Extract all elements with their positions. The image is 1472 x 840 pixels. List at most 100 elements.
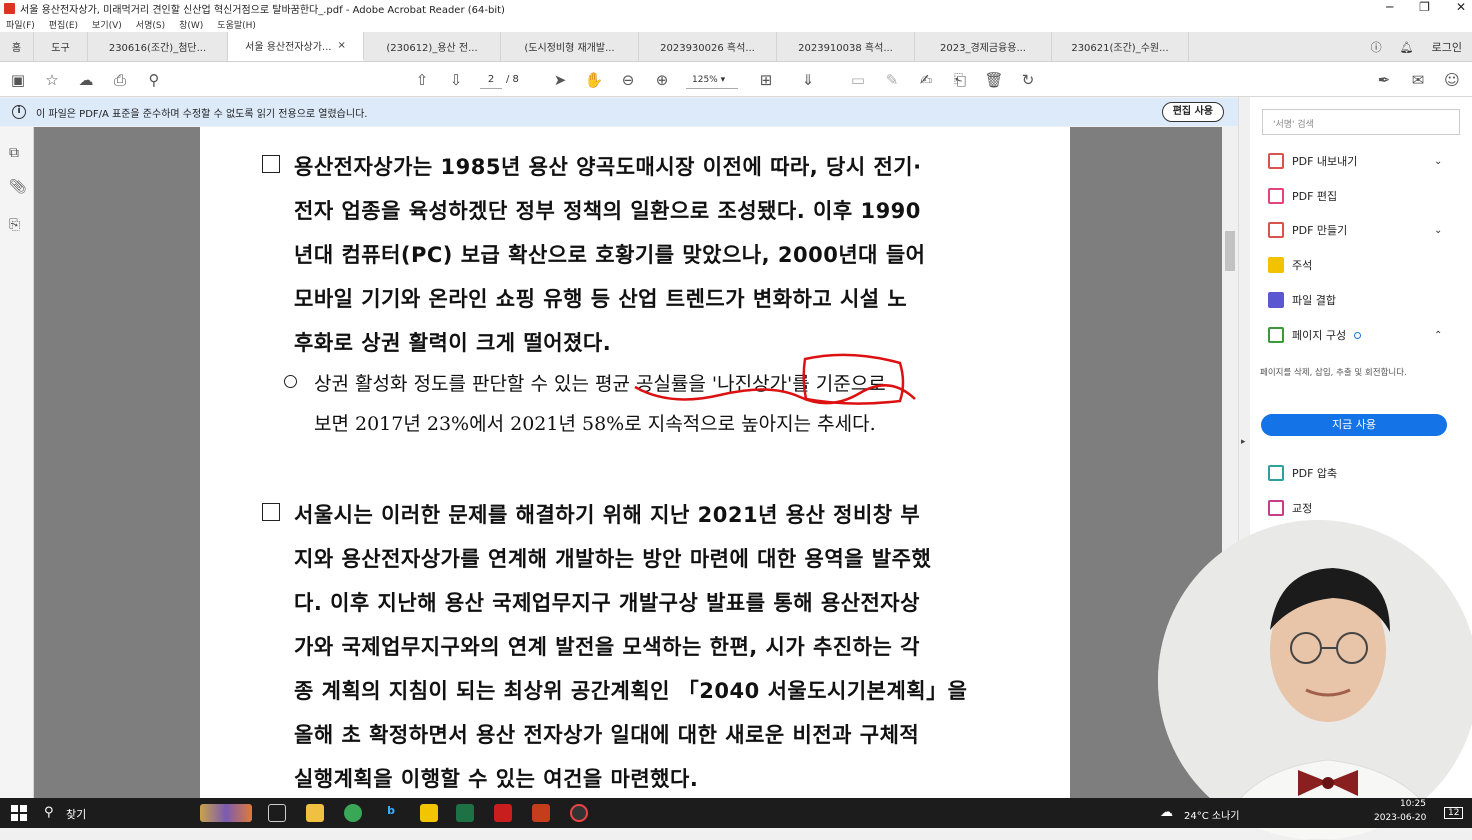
tool-export-pdf[interactable]: PDF 내보내기 ⌄: [1268, 153, 1442, 169]
help-icon[interactable]: ⓘ: [1371, 39, 1382, 55]
stamp-icon[interactable]: ⎗: [950, 70, 970, 90]
save-icon[interactable]: ▣: [8, 70, 28, 90]
taskbar-search-label[interactable]: 찾기: [66, 806, 86, 822]
tool-label: 교정: [1292, 502, 1313, 515]
menu-file[interactable]: 파일(F): [6, 18, 35, 31]
tab-document[interactable]: 2023_경제금융용...: [915, 32, 1052, 61]
tool-create-pdf[interactable]: PDF 만들기 ⌄: [1268, 222, 1442, 238]
page-thumbnails-icon[interactable]: ⧉: [9, 145, 25, 161]
tab-document-active[interactable]: 서울 용산전자상가... ×: [228, 32, 364, 61]
mail-icon[interactable]: ✉: [1408, 70, 1428, 90]
tool-proofread[interactable]: 교정: [1268, 500, 1312, 516]
zoom-out-icon[interactable]: ⊖: [618, 70, 638, 90]
tool-edit-pdf[interactable]: PDF 편집: [1268, 188, 1337, 204]
chevron-down-icon[interactable]: ⌄: [1434, 225, 1442, 236]
close-window-button[interactable]: ✕: [1456, 0, 1466, 14]
menu-help[interactable]: 도움말(H): [217, 18, 256, 31]
maximize-button[interactable]: ❐: [1419, 0, 1430, 14]
weather-cloud-icon[interactable]: ☁: [1160, 805, 1173, 820]
tab-document[interactable]: 2023930026 흑석...: [639, 32, 777, 61]
tool-comment[interactable]: 주석: [1268, 257, 1312, 273]
webcam-presenter-overlay: [1158, 520, 1472, 840]
layers-icon[interactable]: ⎘: [9, 217, 25, 233]
obs-record-icon[interactable]: [570, 804, 588, 822]
page-number-input[interactable]: 2: [480, 71, 502, 89]
print-icon[interactable]: ⎙: [110, 70, 130, 90]
minimize-button[interactable]: ─: [1386, 0, 1393, 14]
tab-tools[interactable]: 도구: [34, 32, 88, 61]
document-viewer[interactable]: 용산전자상가는 1985년 용산 양곡도매시장 이전에 따라, 당시 전기· 전…: [34, 127, 1222, 798]
zoom-level-select[interactable]: 125% ▾: [686, 71, 738, 89]
para2-line: 종 계획의 지침이 되는 최상위 공간계획인 「2040 서울도시기본계획」을: [294, 679, 968, 703]
share-user-icon[interactable]: ☺: [1442, 70, 1462, 90]
tab-document-label: 230621(조간)_수원...: [1071, 43, 1169, 54]
bell-icon[interactable]: 🔔︎: [1400, 41, 1414, 54]
bing-icon[interactable]: b: [382, 804, 400, 822]
collapse-right-icon[interactable]: ▸: [1241, 437, 1246, 447]
chevron-up-icon[interactable]: ⌃: [1434, 330, 1442, 341]
comment-icon[interactable]: ▭: [848, 70, 868, 90]
tab-close-icon[interactable]: ×: [337, 40, 345, 51]
powerpoint-icon[interactable]: [532, 804, 550, 822]
menu-sign[interactable]: 서명(S): [136, 18, 165, 31]
draw-sign-icon[interactable]: ✍: [916, 70, 936, 90]
tab-document[interactable]: (230612)_용산 전...: [364, 32, 501, 61]
menu-view[interactable]: 보기(V): [92, 18, 122, 31]
login-button[interactable]: 로그인: [1432, 39, 1462, 55]
highlight-pen-icon[interactable]: ✎: [882, 70, 902, 90]
tab-document[interactable]: 230616(조간)_첨단...: [88, 32, 228, 61]
clock-time[interactable]: 10:25: [1400, 799, 1426, 809]
enable-edit-button[interactable]: 편집 사용: [1161, 102, 1224, 122]
notification-center-icon[interactable]: 12: [1444, 807, 1464, 819]
use-now-button[interactable]: 지금 사용: [1261, 414, 1447, 436]
chrome-icon[interactable]: [344, 804, 362, 822]
rotate-icon[interactable]: ↻: [1018, 70, 1038, 90]
windows-start-icon[interactable]: [10, 804, 28, 822]
acrobat-taskbar-icon[interactable]: [494, 804, 512, 822]
tab-document[interactable]: 230621(조간)_수원...: [1052, 32, 1189, 61]
tool-label: 파일 결합: [1292, 294, 1336, 307]
attachment-clip-icon[interactable]: 📎︎: [9, 179, 27, 195]
organize-pages-icon: [1268, 327, 1284, 343]
tool-organize-pages[interactable]: 페이지 구성 ⌃: [1268, 327, 1442, 343]
scroll-mode-icon[interactable]: ⇓: [798, 70, 818, 90]
para2-line: 다. 이후 지난해 용산 국제업무지구 개발구상 발표를 통해 용산전자상: [294, 591, 920, 615]
upload-cloud-icon[interactable]: ☁: [76, 70, 96, 90]
tab-tools-label: 도구: [51, 43, 70, 54]
excel-icon[interactable]: [456, 804, 474, 822]
info-message: 이 파일은 PDF/A 표준을 준수하며 수정할 수 없도록 읽기 전용으로 열…: [36, 108, 368, 120]
tab-document[interactable]: (도시정비형 재개발...: [501, 32, 639, 61]
tool-combine-files[interactable]: 파일 결합: [1268, 292, 1336, 308]
hand-tool-icon[interactable]: ✋: [584, 70, 604, 90]
menu-window[interactable]: 창(W): [179, 18, 203, 31]
chevron-down-icon: ▾: [720, 75, 726, 85]
tab-document-label: 230616(조간)_첨단...: [108, 43, 207, 54]
file-explorer-icon[interactable]: [306, 804, 324, 822]
page-fit-icon[interactable]: ⊞: [756, 70, 776, 90]
task-view-icon[interactable]: [268, 804, 286, 822]
find-search-icon[interactable]: ⚲: [144, 70, 164, 90]
tab-document[interactable]: 2023910038 흑석...: [777, 32, 915, 61]
next-page-icon[interactable]: ⇩: [446, 70, 466, 90]
sticky-notes-icon[interactable]: [420, 804, 438, 822]
menu-edit[interactable]: 편집(E): [49, 18, 78, 31]
organize-pages-description: 페이지를 삭제, 삽입, 추출 및 회전합니다.: [1260, 368, 1407, 378]
bookmark-star-icon[interactable]: ☆: [42, 70, 62, 90]
weather-text[interactable]: 24°C 소나기: [1184, 807, 1240, 822]
zoom-in-icon[interactable]: ⊕: [652, 70, 672, 90]
search-icon[interactable]: ⚲: [44, 805, 54, 820]
tab-document-label: 서울 용산전자상가...: [245, 42, 332, 53]
scrollbar-thumb[interactable]: [1225, 231, 1235, 271]
clock-date[interactable]: 2023-06-20: [1374, 813, 1426, 823]
tools-search-input[interactable]: '서명' 검색: [1262, 109, 1460, 135]
fill-sign-icon[interactable]: ✒: [1374, 70, 1394, 90]
readonly-info-bar: i 이 파일은 PDF/A 표준을 준수하며 수정할 수 없도록 읽기 전용으로…: [0, 98, 1248, 126]
chevron-down-icon[interactable]: ⌄: [1434, 156, 1442, 167]
tab-document-label: (도시정비형 재개발...: [524, 43, 615, 54]
tool-label: PDF 만들기: [1292, 224, 1348, 237]
delete-trash-icon[interactable]: 🗑︎: [984, 70, 1004, 90]
tab-home[interactable]: 홈: [0, 32, 34, 61]
prev-page-icon[interactable]: ⇧: [412, 70, 432, 90]
tool-compress-pdf[interactable]: PDF 압축: [1268, 465, 1337, 481]
select-cursor-icon[interactable]: ➤: [550, 70, 570, 90]
